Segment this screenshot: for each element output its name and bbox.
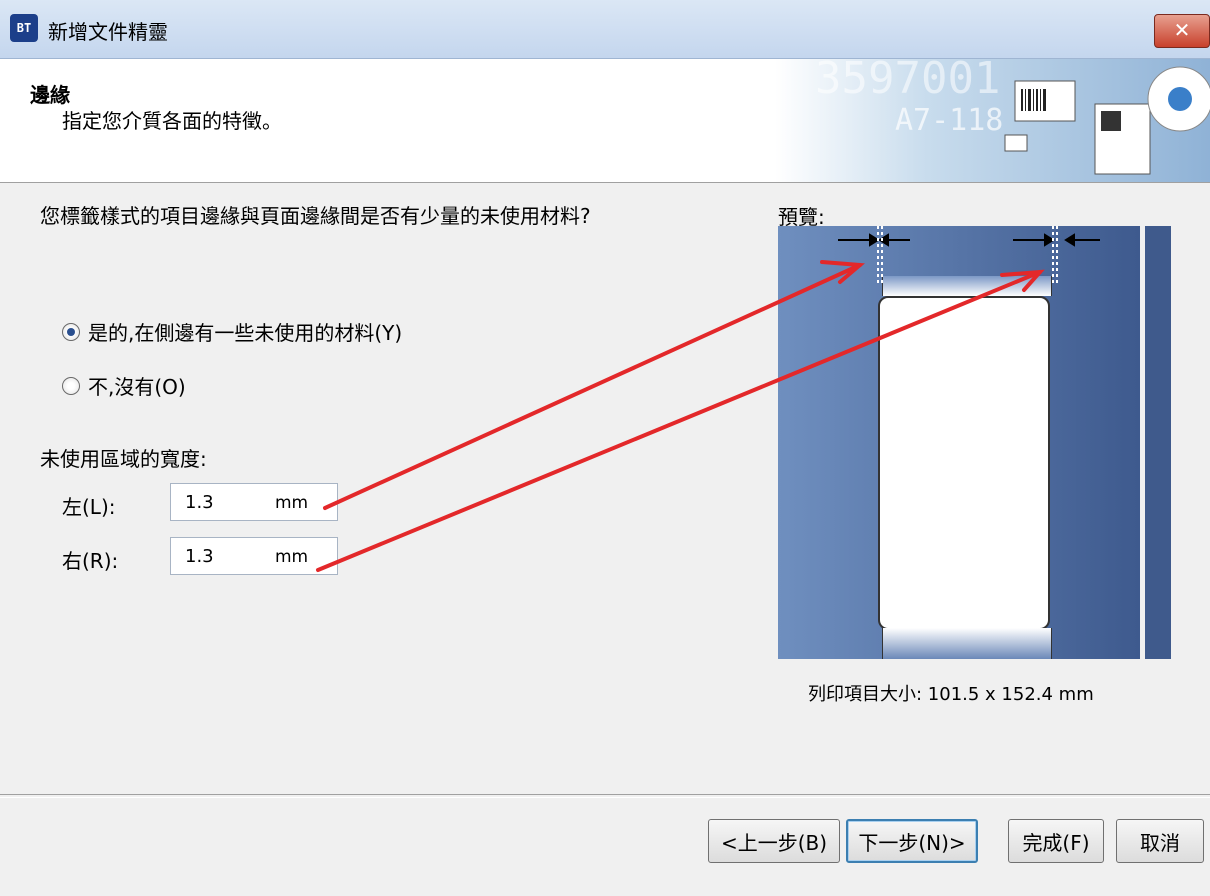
annotation-arrows [316, 260, 1045, 572]
annotation-arrow-right [316, 270, 1042, 572]
annotation-arrow-left [323, 263, 862, 510]
